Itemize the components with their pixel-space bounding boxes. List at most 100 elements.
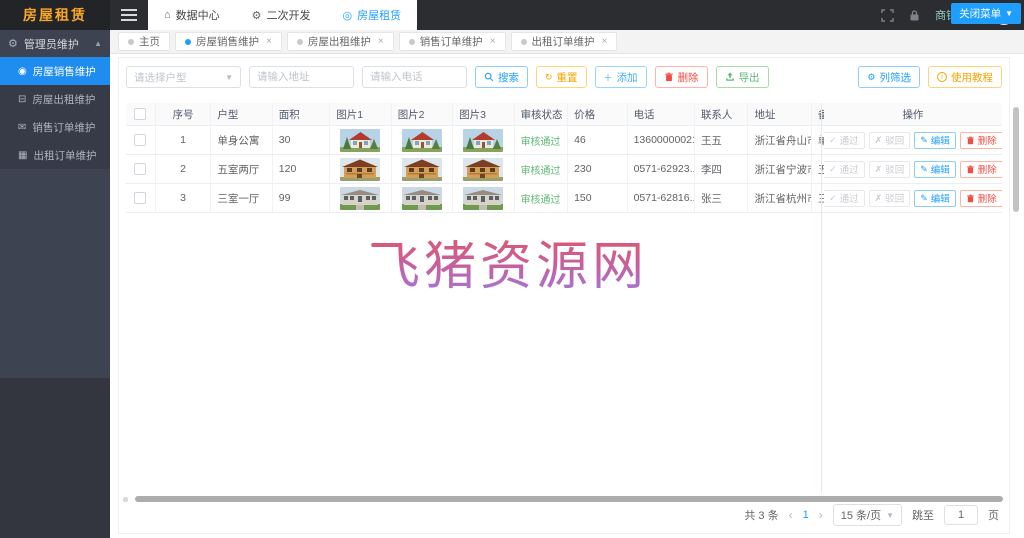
app-logo: 房屋租赁: [0, 0, 110, 30]
fixed-column-divider: [821, 103, 822, 493]
pass-button[interactable]: ✓ 通过: [823, 189, 865, 207]
col-header-img1: 图片1: [330, 103, 392, 125]
address-input[interactable]: [249, 66, 354, 88]
tab-sale-order[interactable]: 销售订单维护 ×: [398, 32, 506, 51]
sidebar-section-admin[interactable]: ⚙ 管理员维护 ▲: [0, 30, 110, 57]
search-button[interactable]: 搜索: [475, 66, 528, 88]
house-photo[interactable]: [463, 158, 503, 181]
house-photo[interactable]: [340, 187, 380, 210]
col-header-img3: 图片3: [453, 103, 515, 125]
phone-input[interactable]: [362, 66, 467, 88]
pass-button[interactable]: ✓ 通过: [823, 160, 865, 178]
col-header-area: 面积: [273, 103, 331, 125]
horizontal-scrollbar[interactable]: [135, 496, 1003, 502]
select-all-checkbox[interactable]: [134, 108, 147, 120]
jump-page-input[interactable]: [944, 505, 978, 525]
drive-icon: ⊟: [18, 93, 27, 105]
row-checkbox[interactable]: [134, 134, 147, 146]
cross-icon: ✗: [874, 192, 883, 203]
tab-rent-order[interactable]: 出租订单维护 ×: [510, 32, 618, 51]
vertical-scrollbar[interactable]: [1013, 107, 1019, 212]
pencil-icon: ✎: [920, 163, 928, 174]
data-table: 序号 户型 面积 图片1 图片2 图片3 审核状态 价格 电话 联系人 地址 备…: [126, 103, 1002, 213]
sidebar-item-house-sale[interactable]: ◉ 房屋销售维护: [0, 57, 110, 85]
nav-item-data-center[interactable]: ⌂ 数据中心: [148, 0, 236, 30]
close-menu-button[interactable]: 关闭菜单 ▼: [951, 3, 1021, 24]
chevron-down-icon: ▼: [1005, 9, 1013, 18]
house-photo[interactable]: [340, 129, 380, 152]
add-button[interactable]: ＋ 添加: [594, 66, 647, 88]
export-button[interactable]: 导出: [715, 66, 769, 88]
house-photo[interactable]: [463, 187, 503, 210]
hamburger-menu-icon[interactable]: [110, 0, 148, 30]
chevron-down-icon: ▼: [225, 72, 233, 82]
status-badge: 审核通过: [520, 165, 561, 177]
house-photo[interactable]: [402, 158, 442, 181]
reject-button[interactable]: ✗ 驳回: [868, 131, 911, 149]
tutorial-button[interactable]: i 使用教程: [928, 66, 1002, 88]
total-count: 共 3 条: [744, 510, 779, 522]
close-icon[interactable]: ×: [490, 36, 496, 47]
refresh-icon: ↻: [545, 71, 553, 82]
jump-label: 跳至: [912, 510, 934, 522]
close-icon[interactable]: ×: [378, 36, 384, 47]
table-body: 1 单身公寓 30 审核通过 46 13600000021 王五 浙江省舟山市.…: [126, 126, 1002, 213]
sidebar-item-rent-order[interactable]: ▦ 出租订单维护: [0, 141, 110, 169]
page-size-select[interactable]: 15 条/页 ▼: [832, 504, 902, 526]
house-type-select[interactable]: 请选择户型 ▼: [126, 66, 241, 88]
mail-icon: ✉: [18, 121, 27, 133]
row-checkbox[interactable]: [134, 192, 147, 204]
reset-button[interactable]: ↻ 重置: [536, 66, 587, 88]
filter-toolbar: 请选择户型 ▼ 搜索 ↻ 重置 ＋ 添加 删除 导出 ⚙ 列筛选: [126, 65, 1002, 89]
delete-button[interactable]: 删除: [654, 66, 708, 88]
close-icon[interactable]: ×: [602, 36, 608, 47]
box-icon: ▦: [18, 149, 28, 161]
export-icon: [725, 72, 735, 82]
col-header-img2: 图片2: [392, 103, 454, 125]
chevron-down-icon: ▼: [886, 510, 894, 520]
table-row: 3 三室一厅 99 审核通过 150 0571-62816... 张三 浙江省杭…: [126, 184, 1002, 213]
reject-button[interactable]: ✗ 驳回: [868, 160, 911, 178]
row-delete-button[interactable]: 删除: [959, 189, 1002, 207]
fullscreen-icon[interactable]: [881, 9, 894, 22]
col-header-phone: 电话: [628, 103, 695, 125]
lock-icon[interactable]: [908, 9, 921, 22]
record-icon: ◉: [18, 65, 27, 77]
row-checkbox[interactable]: [134, 163, 147, 175]
sidebar-item-sale-order[interactable]: ✉ 销售订单维护: [0, 113, 110, 141]
sidebar-item-house-rent[interactable]: ⊟ 房屋出租维护: [0, 85, 110, 113]
house-photo[interactable]: [340, 158, 380, 181]
table-row: 2 五室两厅 120 审核通过 230 0571-62923... 李四 浙江省…: [126, 155, 1002, 184]
tab-home[interactable]: 主页: [118, 32, 170, 51]
trash-icon: [966, 136, 975, 145]
edit-button[interactable]: ✎ 编辑: [914, 160, 956, 178]
edit-button[interactable]: ✎ 编辑: [914, 131, 956, 149]
house-photo[interactable]: [402, 187, 442, 210]
tab-dot-icon: [408, 38, 415, 45]
row-delete-button[interactable]: 删除: [959, 160, 1002, 178]
trash-icon: [966, 194, 975, 203]
reject-button[interactable]: ✗ 驳回: [868, 189, 911, 207]
edit-button[interactable]: ✎ 编辑: [914, 189, 956, 207]
house-photo[interactable]: [402, 129, 442, 152]
check-icon: ✓: [829, 134, 837, 145]
nav-item-house-rental[interactable]: ◎ 房屋租赁: [327, 0, 418, 30]
next-page-button[interactable]: ›: [819, 508, 823, 522]
sidebar: ⚙ 管理员维护 ▲ ◉ 房屋销售维护 ⊟ 房屋出租维护 ✉ 销售订单维护 ▦ 出…: [0, 30, 110, 538]
col-header-address: 地址: [748, 103, 812, 125]
row-delete-button[interactable]: 删除: [959, 131, 1002, 149]
tab-bar: 主页 房屋销售维护 × 房屋出租维护 × 销售订单维护 × 出租订单维护 ×: [110, 30, 1024, 54]
pass-button[interactable]: ✓ 通过: [823, 131, 865, 149]
check-icon: ✓: [829, 163, 837, 174]
current-page[interactable]: 1: [803, 509, 809, 521]
house-photo[interactable]: [463, 129, 503, 152]
close-icon[interactable]: ×: [266, 36, 272, 47]
table-row: 1 单身公寓 30 审核通过 46 13600000021 王五 浙江省舟山市.…: [126, 126, 1002, 155]
search-icon: [484, 72, 494, 82]
tab-house-rent[interactable]: 房屋出租维护 ×: [286, 32, 394, 51]
prev-page-button[interactable]: ‹: [789, 508, 793, 522]
nav-item-dev[interactable]: ⚙ 二次开发: [236, 0, 327, 30]
col-header-seq: 序号: [156, 103, 212, 125]
column-filter-button[interactable]: ⚙ 列筛选: [858, 66, 920, 88]
tab-house-sale[interactable]: 房屋销售维护 ×: [175, 32, 282, 51]
